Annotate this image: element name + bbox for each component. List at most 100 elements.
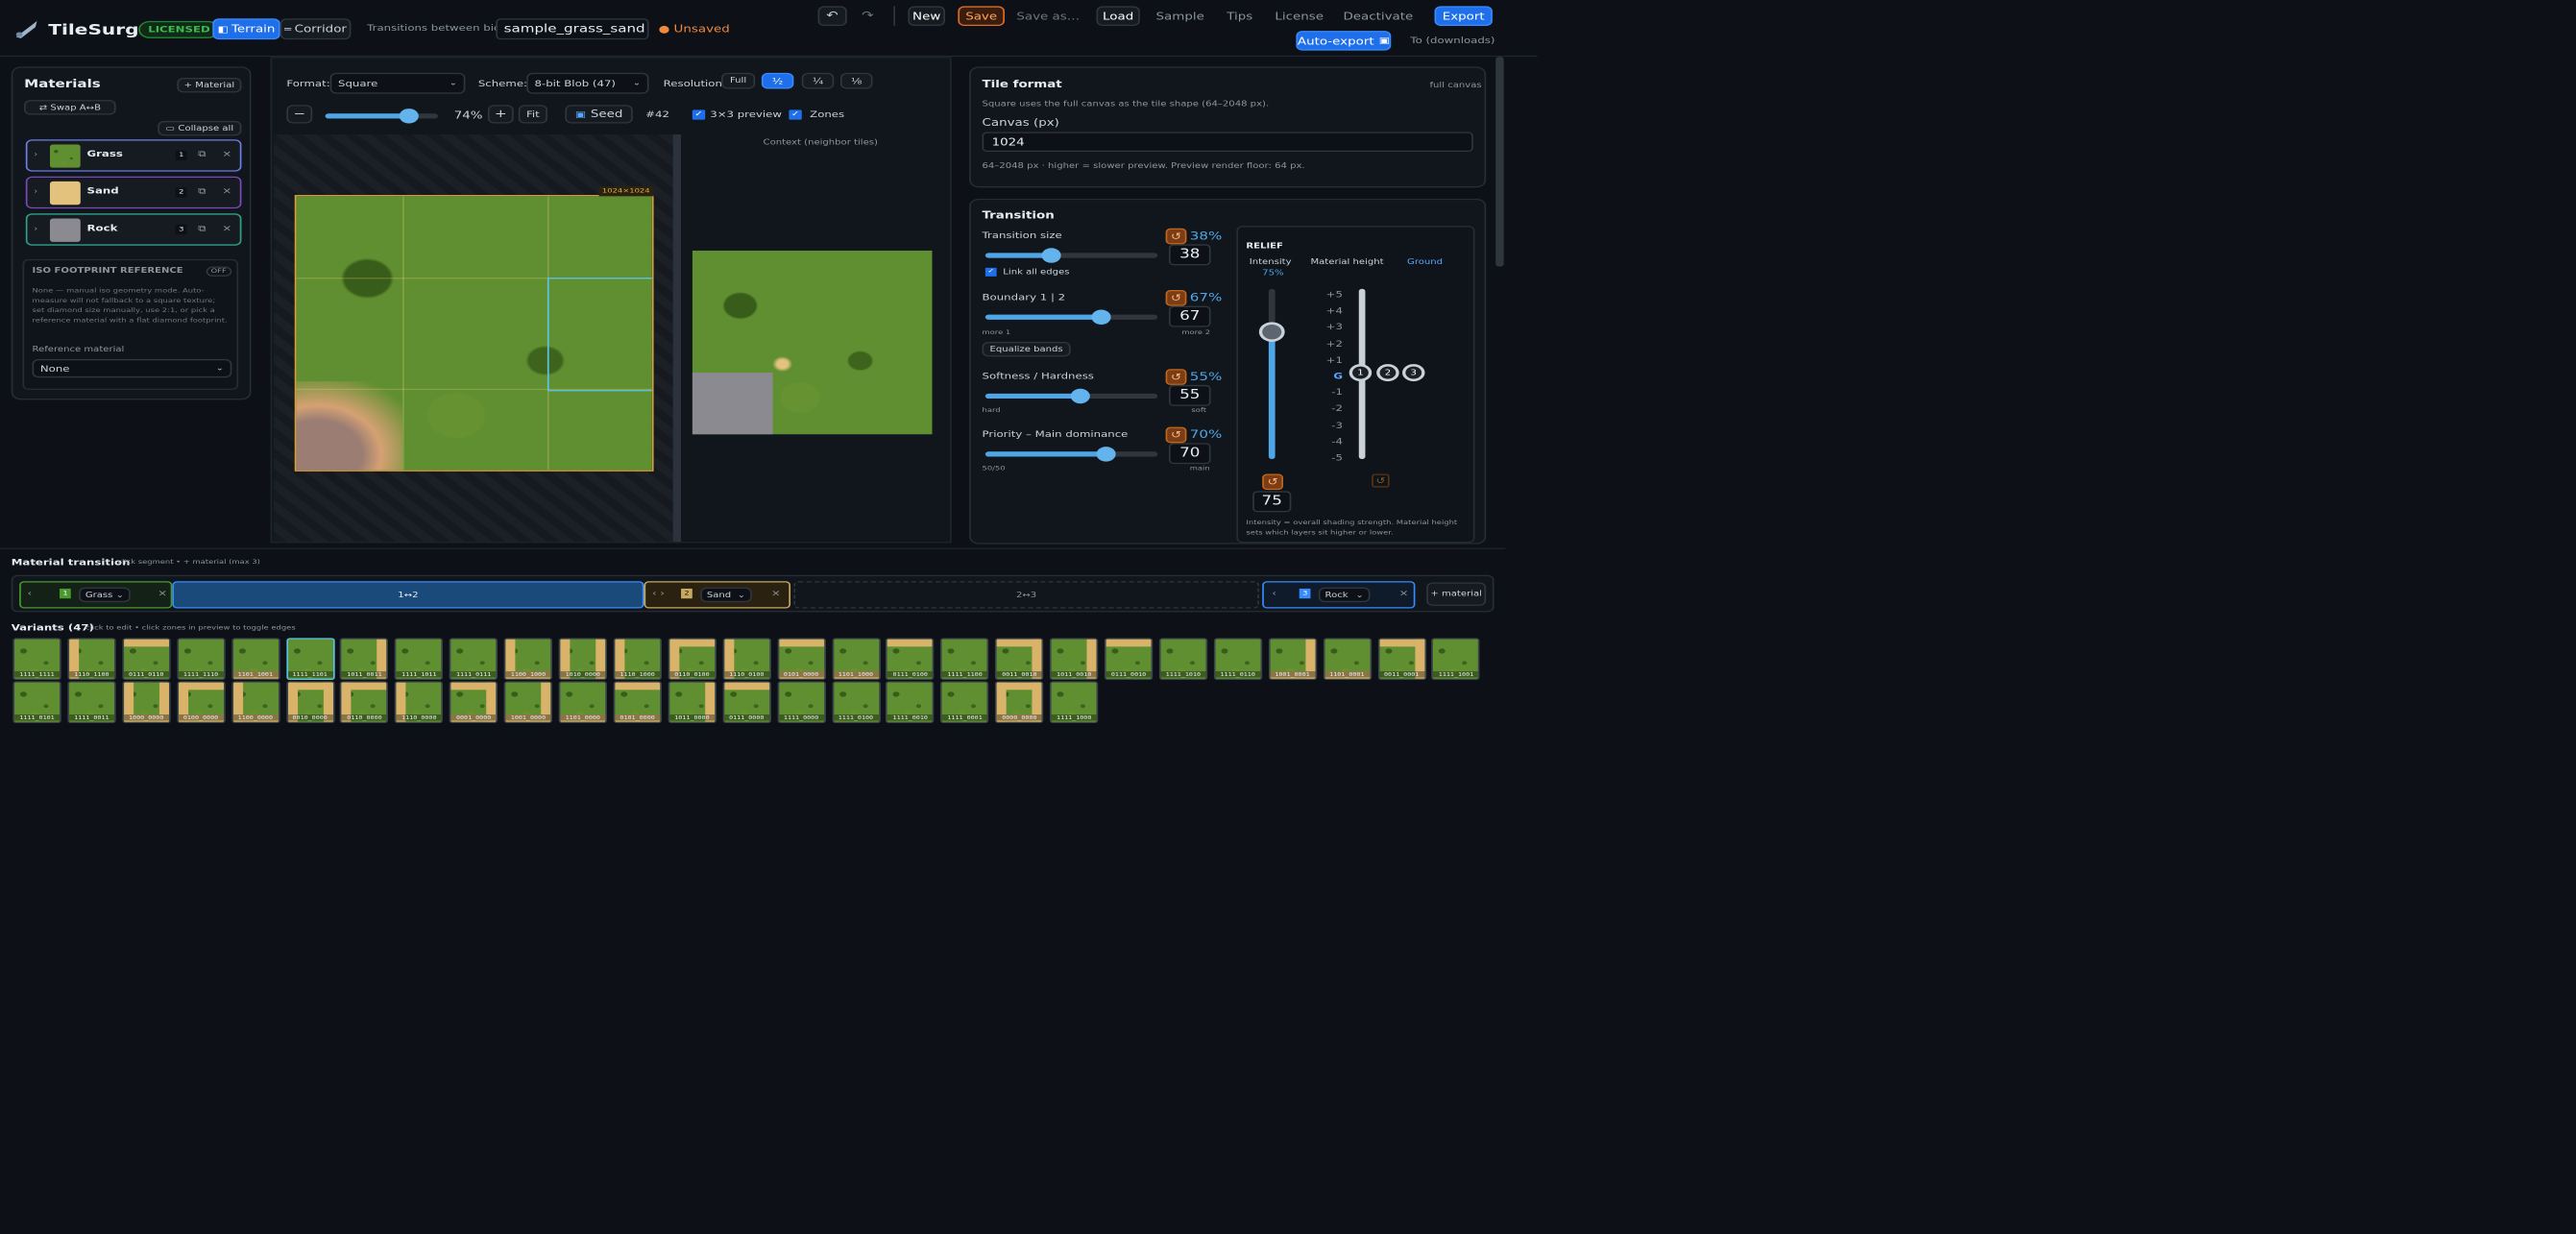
- priority-value[interactable]: 70: [1168, 443, 1211, 465]
- expand-chevron-icon[interactable]: ›: [34, 225, 37, 233]
- reset-height-icon[interactable]: ↺: [1372, 473, 1390, 488]
- variant-thumb[interactable]: 1011_0000: [668, 681, 717, 724]
- remove-segment-icon[interactable]: ×: [158, 589, 167, 598]
- variant-thumb[interactable]: 0111_0100: [886, 638, 935, 681]
- right-scrollbar[interactable]: [1495, 57, 1504, 267]
- variant-thumb[interactable]: 1110_1000: [613, 638, 662, 681]
- variant-thumb[interactable]: 1111_1101: [285, 638, 334, 681]
- slider-knob[interactable]: [1090, 309, 1111, 325]
- variant-thumb[interactable]: 1111_0110: [1213, 638, 1262, 681]
- preview3-checkbox[interactable]: ✓: [692, 109, 706, 120]
- segment-rock-select[interactable]: Rock ⌄: [1318, 587, 1371, 603]
- collapse-all-button[interactable]: ▭ Collapse all: [158, 120, 242, 136]
- export-button[interactable]: Export: [1434, 6, 1493, 26]
- variant-thumb[interactable]: 1111_1010: [1158, 638, 1208, 681]
- variant-thumb[interactable]: 1111_0011: [67, 681, 116, 724]
- variant-thumb[interactable]: 1011_0011: [340, 638, 389, 681]
- variant-thumb[interactable]: 0110_0100: [668, 638, 717, 681]
- variant-thumb[interactable]: 1111_1111: [12, 638, 61, 681]
- variant-thumb[interactable]: 1111_0001: [940, 681, 989, 724]
- zoom-knob[interactable]: [399, 109, 419, 124]
- variant-thumb[interactable]: 0110_0000: [340, 681, 389, 724]
- variant-thumb[interactable]: 1111_0100: [831, 681, 881, 724]
- variant-thumb[interactable]: 0011_0010: [995, 638, 1044, 681]
- variant-thumb[interactable]: 0101_0000: [613, 681, 662, 724]
- remove-icon[interactable]: ×: [222, 149, 231, 158]
- segment-sand-select[interactable]: Sand ⌄: [700, 587, 752, 603]
- duplicate-icon[interactable]: ⧉: [198, 186, 206, 198]
- tile-canvas-area[interactable]: 1024×1024: [273, 134, 673, 543]
- reset-priority-icon[interactable]: ↺: [1165, 426, 1187, 444]
- tips-button[interactable]: Tips: [1221, 6, 1259, 26]
- remove-icon[interactable]: ×: [222, 224, 231, 233]
- variant-thumb[interactable]: 1100_0000: [231, 681, 279, 724]
- priority-slider[interactable]: [984, 447, 1158, 462]
- variant-thumb[interactable]: 1001_0000: [503, 681, 553, 724]
- variant-thumb[interactable]: 0111_0110: [122, 638, 171, 681]
- variant-thumb[interactable]: 1111_0000: [776, 681, 826, 724]
- link-2-3[interactable]: 2↔3: [793, 581, 1259, 609]
- segment-rock[interactable]: ‹ 3 Rock ⌄ ×: [1262, 581, 1416, 609]
- variant-thumb[interactable]: 1110_0100: [722, 638, 771, 681]
- duplicate-icon[interactable]: ⧉: [198, 224, 206, 235]
- variant-thumb[interactable]: 0000_0000: [995, 681, 1044, 724]
- segment-grass[interactable]: ‹ 1 Grass ⌄ ×: [19, 581, 173, 609]
- variant-thumb[interactable]: 0101_0000: [776, 638, 826, 681]
- equalize-bands-button[interactable]: Equalize bands: [982, 341, 1071, 357]
- drag-handle-icon[interactable]: ‹: [27, 589, 32, 598]
- transition-size-value[interactable]: 38: [1168, 244, 1211, 266]
- resolution-full-button[interactable]: Full: [720, 72, 756, 89]
- remove-icon[interactable]: ×: [222, 186, 231, 196]
- reset-softness-icon[interactable]: ↺: [1165, 369, 1187, 385]
- link-1-2[interactable]: 1↔2: [172, 581, 644, 609]
- load-button[interactable]: Load: [1096, 6, 1140, 26]
- mode-terrain-button[interactable]: ◧ Terrain: [212, 18, 280, 40]
- variant-thumb[interactable]: 1111_1000: [1050, 681, 1099, 724]
- boundary-value[interactable]: 67: [1168, 305, 1211, 327]
- variant-thumb[interactable]: 0111_0010: [1104, 638, 1154, 681]
- variant-thumb[interactable]: 1001_0001: [1268, 638, 1317, 681]
- variant-thumb[interactable]: 1111_1100: [940, 638, 989, 681]
- softness-value[interactable]: 55: [1168, 384, 1211, 406]
- fit-button[interactable]: Fit: [518, 105, 547, 124]
- variant-thumb[interactable]: 1100_1000: [503, 638, 553, 681]
- variant-thumb[interactable]: 1101_0001: [1323, 638, 1372, 681]
- project-name-input[interactable]: [496, 18, 649, 40]
- zones-checkbox[interactable]: ✓: [789, 109, 802, 120]
- canvas-size-input[interactable]: [982, 132, 1473, 153]
- scheme-select[interactable]: 8-bit Blob (47) ⌄: [526, 72, 649, 94]
- slider-knob[interactable]: [1040, 248, 1061, 263]
- remove-segment-icon[interactable]: ×: [1399, 589, 1409, 598]
- link-edges-checkbox[interactable]: ✓: [984, 267, 997, 277]
- variant-thumb[interactable]: 1101_1001: [231, 638, 279, 681]
- intensity-slider[interactable]: [1258, 288, 1285, 460]
- resolution-half-button[interactable]: ½: [761, 72, 794, 89]
- iso-toggle[interactable]: OFF: [206, 266, 231, 277]
- variant-thumb[interactable]: 1000_0000: [122, 681, 171, 724]
- save-button[interactable]: Save: [958, 6, 1005, 26]
- variant-thumb[interactable]: 1111_0111: [449, 638, 498, 681]
- variant-thumb[interactable]: 1111_0101: [12, 681, 61, 724]
- format-select[interactable]: Square ⌄: [329, 72, 466, 94]
- drag-handle-icon[interactable]: ‹ ›: [652, 589, 665, 598]
- material-row-grass[interactable]: › Grass 1 ⧉ ×: [25, 139, 242, 172]
- save-as-button[interactable]: Save as…: [1014, 6, 1081, 26]
- selected-zone[interactable]: [547, 278, 652, 392]
- resolution-eighth-button[interactable]: ⅛: [840, 72, 873, 89]
- height-node-1[interactable]: 1: [1349, 364, 1373, 382]
- remove-segment-icon[interactable]: ×: [771, 589, 781, 598]
- expand-chevron-icon[interactable]: ›: [34, 151, 37, 159]
- license-button[interactable]: License: [1271, 6, 1328, 26]
- variant-thumb[interactable]: 0011_0001: [1377, 638, 1426, 681]
- duplicate-icon[interactable]: ⧉: [198, 149, 206, 160]
- add-material-button[interactable]: + Material: [177, 77, 242, 93]
- zoom-slider[interactable]: [325, 109, 438, 124]
- variant-thumb[interactable]: 1111_1011: [395, 638, 444, 681]
- variant-thumb[interactable]: 0010_0000: [285, 681, 334, 724]
- seed-button[interactable]: ▣ Seed: [565, 105, 633, 124]
- segment-sand[interactable]: ‹ › 2 Sand ⌄ ×: [644, 581, 791, 609]
- variant-thumb[interactable]: 1111_1001: [1431, 638, 1481, 681]
- variant-thumb[interactable]: 1010_0000: [558, 638, 607, 681]
- variant-thumb[interactable]: 1101_0000: [558, 681, 607, 724]
- drag-handle-icon[interactable]: ‹: [1272, 589, 1276, 598]
